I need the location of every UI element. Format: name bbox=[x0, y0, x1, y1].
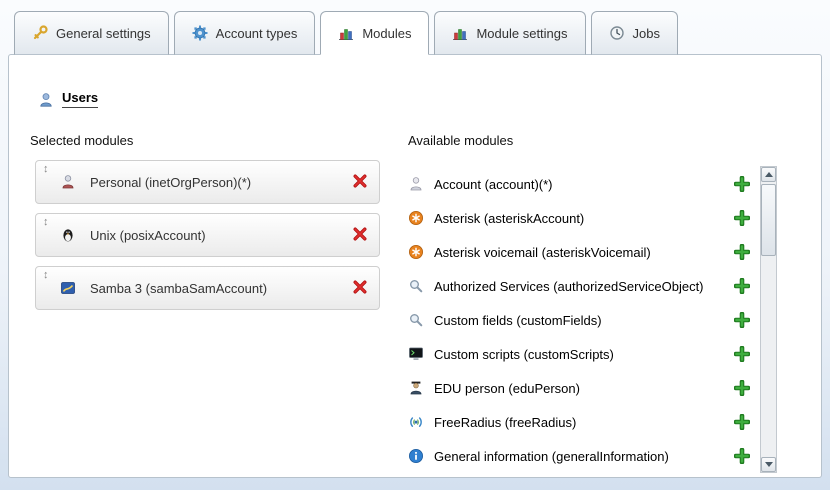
tab-label: Module settings bbox=[476, 26, 567, 41]
available-module-row-edu-person: EDU person (eduPerson) bbox=[408, 371, 752, 405]
available-module-label: Custom scripts (customScripts) bbox=[434, 347, 733, 362]
tab-label: General settings bbox=[56, 26, 151, 41]
available-module-label: Authorized Services (authorizedServiceOb… bbox=[434, 279, 733, 294]
magnifier-icon bbox=[408, 278, 424, 294]
selected-modules-title: Selected modules bbox=[30, 133, 133, 148]
page-title: Users bbox=[62, 90, 98, 108]
drag-handle-icon[interactable]: ↕ bbox=[43, 270, 49, 281]
selected-module-row-samba[interactable]: ↕ Samba 3 (sambaSamAccount) bbox=[35, 266, 380, 310]
add-module-button[interactable] bbox=[733, 346, 750, 363]
wrench-icon bbox=[32, 25, 48, 41]
asterisk-icon bbox=[408, 244, 424, 260]
selected-module-row-unix[interactable]: ↕ Unix (posixAccount) bbox=[35, 213, 380, 257]
available-module-label: FreeRadius (freeRadius) bbox=[434, 415, 733, 430]
chart-icon bbox=[452, 25, 468, 41]
available-module-row-custom-fields: Custom fields (customFields) bbox=[408, 303, 752, 337]
selected-module-label: Personal (inetOrgPerson)(*) bbox=[90, 175, 351, 190]
tab-module-settings[interactable]: Module settings bbox=[434, 11, 585, 55]
scrollbar-thumb[interactable] bbox=[761, 184, 776, 256]
tab-general-settings[interactable]: General settings bbox=[14, 11, 169, 55]
available-module-row-custom-scripts: Custom scripts (customScripts) bbox=[408, 337, 752, 371]
tab-label: Jobs bbox=[633, 26, 660, 41]
tab-jobs[interactable]: Jobs bbox=[591, 11, 678, 55]
tab-label: Account types bbox=[216, 26, 298, 41]
clock-icon bbox=[609, 25, 625, 41]
available-module-row-asterisk-voicemail: Asterisk voicemail (asteriskVoicemail) bbox=[408, 235, 752, 269]
gear-icon bbox=[192, 25, 208, 41]
add-module-button[interactable] bbox=[733, 414, 750, 431]
tab-label: Modules bbox=[362, 26, 411, 41]
tab-modules[interactable]: Modules bbox=[320, 11, 429, 55]
available-modules-list: Account (account)(*) Asterisk (asteriskA… bbox=[408, 167, 752, 473]
add-module-button[interactable] bbox=[733, 312, 750, 329]
chevron-up-icon bbox=[765, 172, 773, 177]
drag-handle-icon[interactable]: ↕ bbox=[43, 164, 49, 175]
person-icon bbox=[60, 174, 76, 190]
available-module-row-asterisk: Asterisk (asteriskAccount) bbox=[408, 201, 752, 235]
scroll-down-button[interactable] bbox=[761, 457, 776, 472]
terminal-icon bbox=[408, 346, 424, 362]
add-module-button[interactable] bbox=[733, 210, 750, 227]
info-icon bbox=[408, 448, 424, 464]
magnifier-icon bbox=[408, 312, 424, 328]
remove-module-button[interactable] bbox=[351, 173, 369, 191]
samba-icon bbox=[60, 280, 76, 296]
selected-module-label: Unix (posixAccount) bbox=[90, 228, 351, 243]
selected-module-label: Samba 3 (sambaSamAccount) bbox=[90, 281, 351, 296]
chart-icon bbox=[338, 25, 354, 41]
remove-module-button[interactable] bbox=[351, 226, 369, 244]
remove-module-button[interactable] bbox=[351, 279, 369, 297]
edu-person-icon bbox=[408, 380, 424, 396]
available-module-row-freeradius: FreeRadius (freeRadius) bbox=[408, 405, 752, 439]
scrollbar[interactable] bbox=[760, 166, 777, 473]
tab-account-types[interactable]: Account types bbox=[174, 11, 316, 55]
add-module-button[interactable] bbox=[733, 176, 750, 193]
add-module-button[interactable] bbox=[733, 448, 750, 465]
selected-module-row-personal[interactable]: ↕ Personal (inetOrgPerson)(*) bbox=[35, 160, 380, 204]
section-header-users: Users bbox=[38, 90, 98, 108]
users-icon bbox=[38, 92, 54, 108]
drag-handle-icon[interactable]: ↕ bbox=[43, 217, 49, 228]
penguin-icon bbox=[60, 227, 76, 243]
available-module-label: Custom fields (customFields) bbox=[434, 313, 733, 328]
add-module-button[interactable] bbox=[733, 380, 750, 397]
selected-modules-list: ↕ Personal (inetOrgPerson)(*) ↕ bbox=[35, 160, 380, 319]
available-module-label: Asterisk (asteriskAccount) bbox=[434, 211, 733, 226]
available-module-row-account: Account (account)(*) bbox=[408, 167, 752, 201]
available-module-row-authorized-services: Authorized Services (authorizedServiceOb… bbox=[408, 269, 752, 303]
available-module-label: General information (generalInformation) bbox=[434, 449, 733, 464]
add-module-button[interactable] bbox=[733, 278, 750, 295]
add-module-button[interactable] bbox=[733, 244, 750, 261]
available-module-label: EDU person (eduPerson) bbox=[434, 381, 733, 396]
radio-waves-icon bbox=[408, 414, 424, 430]
available-module-row-general-information: General information (generalInformation) bbox=[408, 439, 752, 473]
account-icon bbox=[408, 176, 424, 192]
chevron-down-icon bbox=[765, 462, 773, 467]
available-module-label: Account (account)(*) bbox=[434, 177, 733, 192]
available-modules-title: Available modules bbox=[408, 133, 513, 148]
scroll-up-button[interactable] bbox=[761, 167, 776, 182]
tab-bar: General settings Account types bbox=[14, 11, 678, 55]
available-module-label: Asterisk voicemail (asteriskVoicemail) bbox=[434, 245, 733, 260]
asterisk-icon bbox=[408, 210, 424, 226]
